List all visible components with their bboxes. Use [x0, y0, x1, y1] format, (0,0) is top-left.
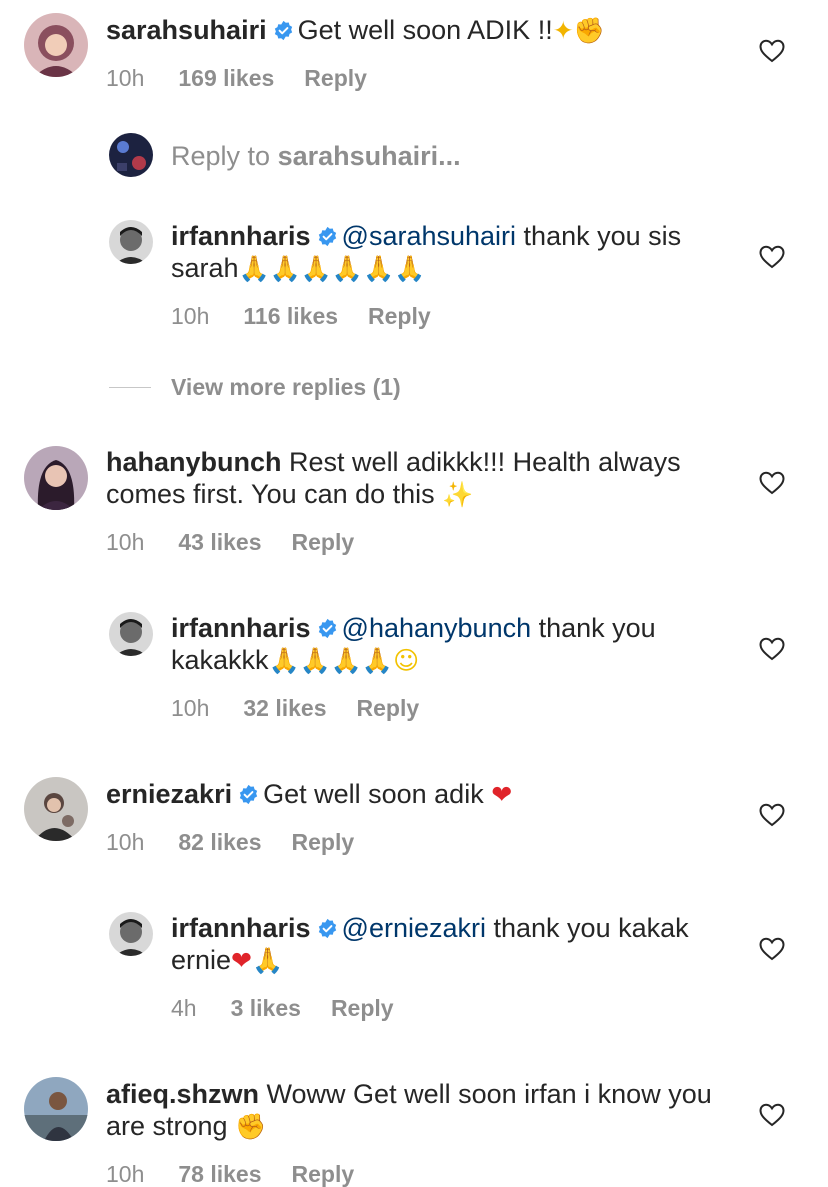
reply-placeholder: Reply to sarahsuhairi...: [171, 140, 461, 172]
mention-link[interactable]: @hahanybunch: [342, 613, 532, 643]
comment-body: Get well soon adik: [263, 779, 492, 809]
reply-placeholder-target: sarahsuhairi...: [277, 141, 461, 171]
username[interactable]: irfannharis: [171, 913, 311, 943]
avatar[interactable]: [109, 220, 153, 264]
divider: [109, 387, 151, 388]
folded-hands-emoji: 🙏: [252, 946, 284, 975]
likes-count[interactable]: 116 likes: [243, 303, 338, 329]
reply-button[interactable]: Reply: [357, 695, 420, 721]
comment-text: irfannharis @erniezakri thank you kakak e…: [171, 912, 731, 977]
likes-count[interactable]: 78 likes: [178, 1161, 261, 1187]
username[interactable]: irfannharis: [171, 221, 311, 251]
like-heart-icon[interactable]: [759, 245, 785, 269]
username[interactable]: sarahsuhairi: [106, 15, 267, 45]
red-heart-emoji: ❤: [491, 780, 513, 809]
avatar[interactable]: [24, 1077, 88, 1141]
flexed-biceps-emoji: ✊: [235, 1112, 267, 1141]
comment-body: Get well soon ADIK !!: [297, 15, 553, 45]
likes-count[interactable]: 32 likes: [243, 695, 326, 721]
verified-badge-icon: [274, 20, 292, 41]
reply-button[interactable]: Reply: [292, 829, 355, 855]
reply-button[interactable]: Reply: [368, 303, 431, 329]
username[interactable]: afieq.shzwn: [106, 1079, 259, 1109]
avatar[interactable]: [24, 446, 88, 510]
reply-button[interactable]: Reply: [292, 1161, 355, 1187]
comment-text: hahanybunch Rest well adikkk!!! Health a…: [106, 446, 726, 511]
pleading-face-emoji: ☺: [393, 646, 420, 675]
comment-meta: 10h 116 likes Reply: [171, 302, 461, 330]
like-heart-icon[interactable]: [759, 39, 785, 63]
dizzy-emoji: ✦: [552, 16, 574, 45]
avatar[interactable]: [109, 912, 153, 956]
verified-badge-icon: [318, 618, 336, 639]
comment-text: irfannharis @hahanybunch thank you kakakk…: [171, 612, 731, 677]
like-heart-icon[interactable]: [759, 803, 785, 827]
reply-button[interactable]: Reply: [292, 529, 355, 555]
comment-text: sarahsuhairi Get well soon ADIK !!✦✊: [106, 14, 726, 47]
reply-input[interactable]: Reply to sarahsuhairi...: [0, 133, 828, 179]
timestamp: 10h: [106, 65, 145, 91]
flexed-biceps-emoji: ✊: [573, 16, 605, 45]
comment-meta: 4h 3 likes Reply: [171, 994, 424, 1022]
timestamp: 10h: [171, 303, 210, 329]
comment-text: irfannharis @sarahsuhairi thank you sis s…: [171, 220, 731, 285]
folded-hands-emoji: 🙏🙏🙏🙏🙏🙏: [238, 254, 426, 283]
reply-button[interactable]: Reply: [331, 995, 394, 1021]
verified-badge-icon: [318, 918, 336, 939]
likes-count[interactable]: 3 likes: [231, 995, 301, 1021]
sparkles-emoji: ✨: [442, 480, 474, 509]
avatar[interactable]: [24, 13, 88, 77]
comment-meta: 10h 43 likes Reply: [106, 528, 384, 556]
comment-meta: 10h 78 likes Reply: [106, 1160, 384, 1187]
like-heart-icon[interactable]: [759, 471, 785, 495]
timestamp: 10h: [171, 695, 210, 721]
like-heart-icon[interactable]: [759, 937, 785, 961]
reply-button[interactable]: Reply: [304, 65, 367, 91]
comment-text: afieq.shzwn Woww Get well soon irfan i k…: [106, 1078, 726, 1143]
timestamp: 10h: [106, 529, 145, 555]
comment-meta: 10h 82 likes Reply: [106, 828, 384, 856]
username[interactable]: erniezakri: [106, 779, 232, 809]
mention-link[interactable]: @sarahsuhairi: [342, 221, 517, 251]
mention-link[interactable]: @erniezakri: [342, 913, 486, 943]
view-more-replies[interactable]: View more replies (1): [0, 373, 828, 403]
likes-count[interactable]: 169 likes: [178, 65, 274, 91]
username[interactable]: hahanybunch: [106, 447, 282, 477]
timestamp: 10h: [106, 829, 145, 855]
timestamp: 4h: [171, 995, 197, 1021]
avatar[interactable]: [24, 777, 88, 841]
likes-count[interactable]: 82 likes: [178, 829, 261, 855]
like-heart-icon[interactable]: [759, 637, 785, 661]
verified-badge-icon: [239, 784, 258, 805]
verified-badge-icon: [318, 226, 336, 247]
comment-text: erniezakri Get well soon adik ❤: [106, 778, 726, 811]
folded-hands-emoji: 🙏🙏🙏🙏: [268, 646, 394, 675]
red-heart-emoji: ❤: [231, 946, 252, 975]
avatar[interactable]: [109, 612, 153, 656]
likes-count[interactable]: 43 likes: [178, 529, 261, 555]
reply-placeholder-prefix: Reply to: [171, 141, 278, 171]
timestamp: 10h: [106, 1161, 145, 1187]
avatar: [109, 133, 153, 177]
username[interactable]: irfannharis: [171, 613, 311, 643]
comment-meta: 10h 169 likes Reply: [106, 64, 397, 92]
comment-meta: 10h 32 likes Reply: [171, 694, 449, 722]
view-more-replies-label[interactable]: View more replies (1): [171, 373, 401, 401]
like-heart-icon[interactable]: [759, 1103, 785, 1127]
